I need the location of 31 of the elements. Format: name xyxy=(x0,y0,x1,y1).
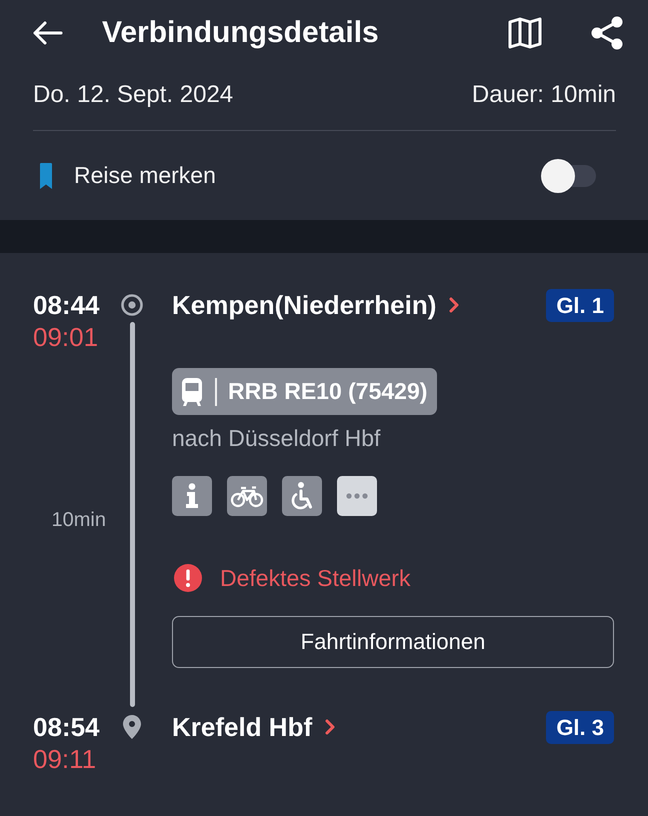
direction-text: nach Düsseldorf Hbf xyxy=(172,425,380,451)
train-icon xyxy=(182,378,202,406)
map-icon[interactable] xyxy=(508,17,542,49)
trip-date: Do. 12. Sept. 2024 xyxy=(33,80,234,110)
info-icon[interactable] xyxy=(172,476,212,516)
location-pin-icon xyxy=(123,715,141,739)
bicycle-icon[interactable] xyxy=(227,476,267,516)
chevron-icon xyxy=(449,297,460,313)
back-icon[interactable] xyxy=(33,21,63,45)
share-icon[interactable] xyxy=(590,16,624,50)
wheelchair-icon[interactable] xyxy=(282,476,322,516)
station-link[interactable]: Krefeld Hbf xyxy=(172,712,336,742)
chevron-icon xyxy=(325,719,336,735)
save-trip-label: Reise merken xyxy=(74,162,216,189)
trip-info-button[interactable]: Fahrtinformationen xyxy=(172,616,614,668)
actual-time: 09:01 xyxy=(33,321,98,353)
trip-duration: Dauer: 10min xyxy=(472,80,616,110)
platform-badge: Gl. 1 xyxy=(546,288,614,322)
scheduled-time: 08:44 xyxy=(33,289,100,321)
toggle-switch[interactable] xyxy=(541,158,596,192)
notice-text: Defektes Stellwerk xyxy=(220,564,410,592)
page-title: Verbindungsdetails xyxy=(102,15,379,51)
scheduled-time: 08:54 xyxy=(33,711,100,743)
train-name: RRB RE10 (75429) xyxy=(228,378,428,405)
bookmark-icon xyxy=(40,162,52,188)
station-link[interactable]: Kempen(Niederrhein) xyxy=(172,290,460,320)
leg-duration: 10min xyxy=(52,508,106,532)
actual-time: 09:11 xyxy=(33,743,96,775)
warning-icon xyxy=(174,564,202,592)
platform-badge: Gl. 3 xyxy=(546,710,614,744)
ring-dot-icon xyxy=(121,294,143,316)
